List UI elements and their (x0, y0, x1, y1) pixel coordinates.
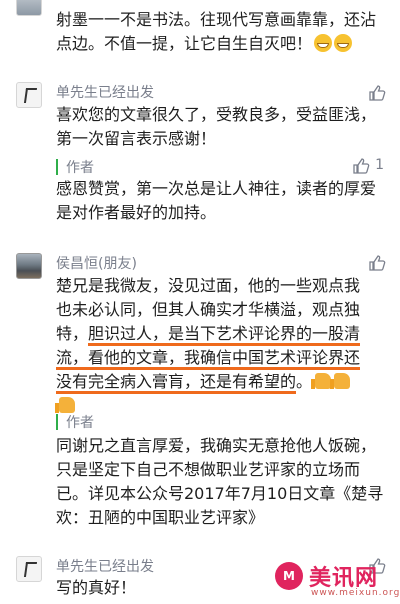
watermark-logo-icon: M (275, 562, 303, 590)
commenter-name[interactable]: 侯昌恒(朋友) (56, 253, 137, 273)
commenter-name[interactable]: 单先生已经出发 (56, 556, 154, 576)
thumbs-up-emoji-icon (55, 397, 75, 413)
avatar[interactable] (16, 556, 42, 582)
author-reply-text: 同谢兄之直言厚爱，我确实无意抢他人饭碗，只是坚定下自己不想做职业艺评家的立场而已… (56, 436, 384, 527)
author-reply-label: 作者 (66, 160, 94, 176)
avatar[interactable] (16, 82, 42, 108)
highlighted-text: 胆识过人，是当下艺术评论界的一股清 (88, 324, 361, 346)
grin-emoji-icon (334, 34, 353, 52)
thumbs-up-emoji-icon (330, 373, 351, 389)
comment-text: 楚兄是我微友，没见过面，他的一些观点我 也未必认同，但其人确实才华横溢，观点独 … (55, 274, 384, 418)
grin-emoji-icon (314, 34, 333, 52)
avatar[interactable] (16, 0, 42, 16)
author-reply-marker (56, 159, 58, 175)
author-reply-marker (56, 414, 58, 430)
like-icon[interactable] (368, 84, 386, 102)
comment-text: 喜欢您的文章很久了，受教良多，受益匪浅，第一次留言表示感谢！ (56, 105, 377, 148)
author-reply-label: 作者 (66, 415, 94, 431)
like-icon[interactable] (368, 254, 386, 272)
like-icon[interactable] (352, 157, 370, 175)
author-reply-text: 感恩赞赏，第一次总是让人神往，读者的厚爱是对作者最好的加持。 (56, 179, 377, 222)
highlighted-text: 没有完全病入膏肓，还是有希望的 (56, 372, 297, 394)
thumbs-up-emoji-icon (311, 373, 332, 389)
comment-text: 射墨一一不是书法。往现代写意画靠靠，还沾点边。不值一提，让它自生自灭吧！ (56, 10, 377, 53)
avatar[interactable] (16, 253, 42, 279)
watermark-url: www.meixun.org (311, 588, 400, 598)
commenter-name[interactable]: 单先生已经出发 (56, 82, 154, 102)
site-watermark: M 美讯网 www.meixun.org (275, 560, 399, 600)
like-count: 1 (375, 157, 384, 173)
highlighted-text: 流，看他的文章，我确信中国艺术评论界还 (56, 348, 361, 370)
